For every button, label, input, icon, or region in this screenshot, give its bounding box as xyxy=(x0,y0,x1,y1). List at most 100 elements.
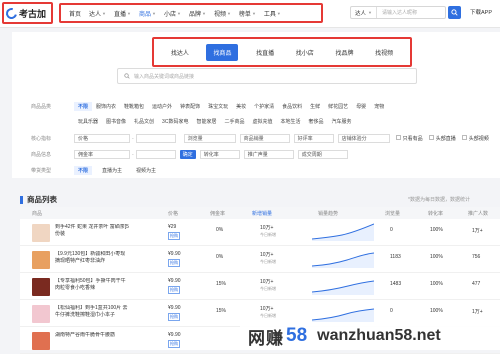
product-badge: 抢购 xyxy=(168,232,180,240)
main-nav: 首页 达人 ▼ 直播 ▼ 商品 ▼ 小店 ▼ 品牌 ▼ 视频 ▼ 榜单 ▼ 工具 ▼ xyxy=(59,3,323,23)
trade-period-select[interactable]: 成交周期 xyxy=(297,150,348,159)
browse-select[interactable]: 浏览量 xyxy=(183,134,236,143)
category-option[interactable]: 不限 xyxy=(74,102,93,111)
shop-score-label: 店铺体验分 xyxy=(341,136,367,142)
header-search-button[interactable] xyxy=(448,6,461,19)
nav-item-tools[interactable]: 工具 ▼ xyxy=(260,9,285,18)
column-header[interactable]: 佣金率 xyxy=(210,210,225,217)
category-option[interactable]: 服饰内衣 xyxy=(92,103,120,110)
column-header[interactable]: 新增销量 xyxy=(252,210,272,217)
sales-value: 10万+ xyxy=(260,252,274,258)
category-option[interactable]: 鲜花园艺 xyxy=(324,103,352,110)
nav-item-home[interactable]: 首页 xyxy=(65,9,85,18)
category-option[interactable]: 宠物 xyxy=(370,103,388,110)
table-row[interactable]: 【9.9元130包】新疆和田小枣现摘现晒特产红枣非油炸 ¥9.90 抢购 0% 10万+… xyxy=(20,246,500,273)
product-name[interactable]: 【9.9元130包】新疆和田小枣现摘现晒特产红枣非油炸 xyxy=(55,251,130,266)
column-header[interactable]: 推广人数 xyxy=(468,210,488,217)
tab-find-brand[interactable]: 找品牌 xyxy=(331,44,357,61)
commission-min-input[interactable]: 佣金率 xyxy=(74,150,130,159)
category-option[interactable]: 汽车服务 xyxy=(328,118,356,125)
nav-item-rankings[interactable]: 榜单 ▼ xyxy=(235,9,260,18)
column-header[interactable]: 价格 xyxy=(168,210,178,217)
category-option[interactable]: 生鲜 xyxy=(306,103,324,110)
conversion-select[interactable]: 转化率 xyxy=(199,150,240,159)
category-option[interactable]: 3C数码家电 xyxy=(158,118,192,125)
category-option[interactable]: 食品饮料 xyxy=(278,103,306,110)
type-option[interactable]: 视频为主 xyxy=(132,167,160,174)
category-option[interactable]: 虚拟充值 xyxy=(248,118,276,125)
download-app-link[interactable]: 下载APP xyxy=(470,8,492,16)
tab-find-video[interactable]: 找视频 xyxy=(371,44,397,61)
promote-select[interactable]: 推广声量 xyxy=(243,150,294,159)
top-live-checkbox[interactable]: 头部直播 xyxy=(428,135,456,142)
sales-value: 10万+ xyxy=(260,279,274,285)
shop-score-select[interactable]: 店铺体验分 xyxy=(337,134,390,143)
column-header[interactable]: 转化率 xyxy=(428,210,443,217)
sales-sub: 今日新增 xyxy=(260,286,276,291)
table-row[interactable]: 到手42件 蛇果 龙井茶叶 富硒茶[5份装 ¥29 抢购 0% 10万+ 今日新增 0 100… xyxy=(20,219,500,246)
category-option[interactable]: 美妆 xyxy=(232,103,250,110)
top-video-checkbox[interactable]: 头部视频 xyxy=(461,135,489,142)
price-min-input[interactable]: 价格 xyxy=(74,134,130,143)
column-header[interactable]: 浏览量 xyxy=(385,210,400,217)
product-search-input[interactable]: 输入商品关键词或商品链接 xyxy=(117,68,417,84)
table-row[interactable]: 【专享福利50包】手撕牛肉干牛肉粒零食小吃香辣 ¥9.90 抢购 15% 10万+ 今日新… xyxy=(20,273,500,300)
type-option[interactable]: 直播为主 xyxy=(98,167,126,174)
nav-item-live[interactable]: 直播 ▼ xyxy=(110,9,135,18)
category-option[interactable]: 母婴 xyxy=(352,103,370,110)
category-option[interactable]: 钟表配饰 xyxy=(176,103,204,110)
category-option[interactable]: 鞋靴箱包 xyxy=(120,103,148,110)
category-option[interactable]: 本地生活 xyxy=(277,118,305,125)
conversion-value: 100% xyxy=(430,308,443,314)
nav-item-brand[interactable]: 品牌 ▼ xyxy=(185,9,210,18)
logo[interactable]: 考古加 xyxy=(2,2,53,24)
category-option[interactable]: 二手商品 xyxy=(220,118,248,125)
browse-value: 0 xyxy=(390,227,393,233)
type-option[interactable]: 不限 xyxy=(74,166,93,175)
product-thumbnail[interactable] xyxy=(32,332,50,350)
confirm-button[interactable]: 确定 xyxy=(179,150,196,159)
tab-find-influencer[interactable]: 找达人 xyxy=(167,44,193,61)
category-option[interactable]: 礼品文创 xyxy=(130,118,158,125)
rating-select[interactable]: 好评率 xyxy=(293,134,334,143)
product-thumbnail[interactable] xyxy=(32,278,50,296)
tab-find-live[interactable]: 找直播 xyxy=(252,44,278,61)
commission-max-input[interactable] xyxy=(135,150,176,159)
sales-sub: 今日新增 xyxy=(260,232,276,237)
nav-label: 商品 xyxy=(138,11,151,18)
product-name[interactable]: 湖南特产谷雨牛脆骨牛腰筋 xyxy=(55,332,130,347)
nav-item-product[interactable]: 商品 ▼ xyxy=(135,9,160,18)
checkbox-icon xyxy=(428,135,434,140)
category-option[interactable]: 智能家居 xyxy=(192,118,220,125)
nav-item-video[interactable]: 视频 ▼ xyxy=(210,9,235,18)
header-search[interactable]: 达人 ▼ 请输入达人昵称 xyxy=(350,6,446,19)
product-name[interactable]: 到手42件 蛇果 龙井茶叶 富硒茶[5份装 xyxy=(55,224,130,239)
category-option[interactable]: 珠宝文玩 xyxy=(204,103,232,110)
product-name[interactable]: 【松仙福利】到手1盒共100片 去牛仔裤洗鞋擦鞋湿巾小本子 xyxy=(55,305,130,320)
category-option[interactable]: 个护家清 xyxy=(250,103,278,110)
tab-find-shop[interactable]: 找小店 xyxy=(292,44,318,61)
only-quality-checkbox[interactable]: 只看有品 xyxy=(395,135,423,142)
search-type-label: 达人 xyxy=(355,10,367,17)
category-option[interactable]: 运动户外 xyxy=(148,103,176,110)
category-option[interactable]: 玩具乐器 xyxy=(74,118,102,125)
people-value: 756 xyxy=(472,254,481,260)
price-max-input[interactable] xyxy=(135,134,176,143)
product-price: ¥9.90 xyxy=(168,278,181,284)
header-search-input[interactable]: 请输入达人昵称 xyxy=(377,9,417,16)
sales-select[interactable]: 商品销量 xyxy=(239,134,290,143)
product-thumbnail[interactable] xyxy=(32,305,50,323)
search-type-select[interactable]: 达人 ▼ xyxy=(351,7,377,18)
nav-item-shop[interactable]: 小店 ▼ xyxy=(160,9,185,18)
product-thumbnail[interactable] xyxy=(32,251,50,269)
category-option[interactable]: 图书音像 xyxy=(102,118,130,125)
product-name[interactable]: 【专享福利50包】手撕牛肉干牛肉粒零食小吃香辣 xyxy=(55,278,130,293)
nav-item-influencer[interactable]: 达人 ▼ xyxy=(85,9,110,18)
product-badge: 抢购 xyxy=(168,259,180,267)
product-price: ¥29 xyxy=(168,224,177,230)
category-filter-row2: 玩具乐器 图书音像 礼品文创 3C数码家电 智能家居 二手商品 虚拟充值 本地生… xyxy=(74,118,356,125)
product-thumbnail[interactable] xyxy=(32,224,50,242)
list-title-text: 商品列表 xyxy=(27,195,57,204)
category-option[interactable]: 奢侈品 xyxy=(305,118,328,125)
tab-find-product[interactable]: 找商品 xyxy=(206,43,239,61)
